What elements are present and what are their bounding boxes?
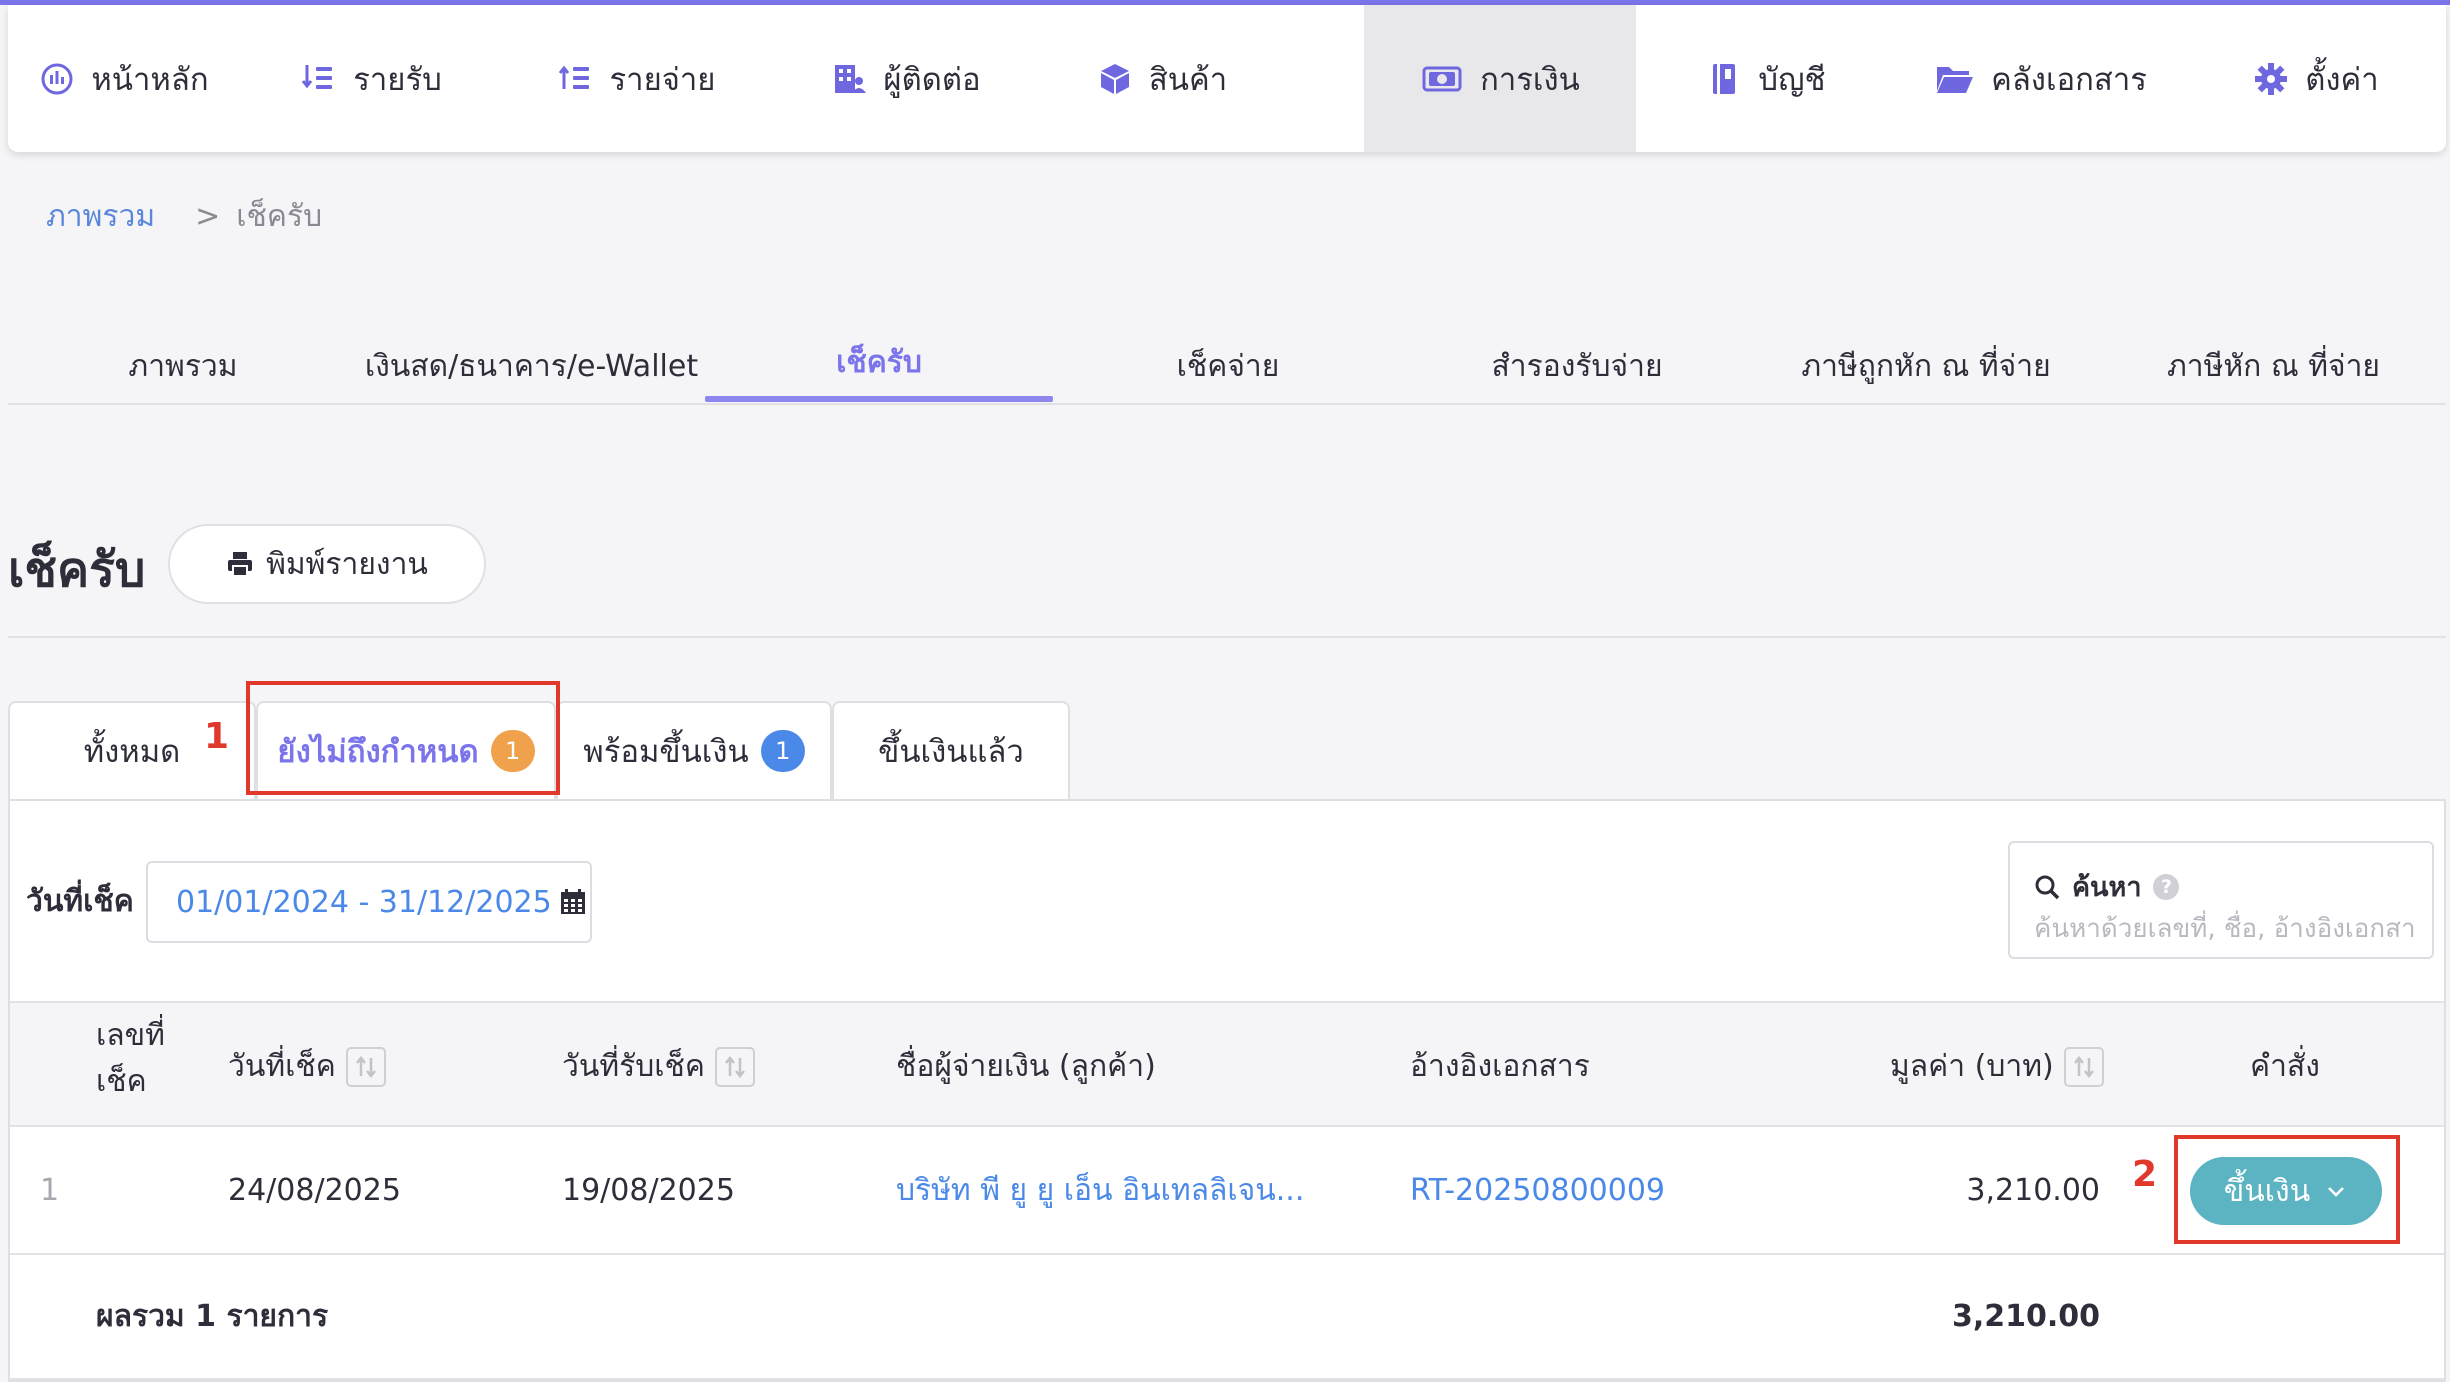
nav-item-label: ตั้งค่า — [2305, 61, 2379, 98]
gear-icon — [2255, 62, 2288, 95]
status-tab-ready-to-deposit[interactable]: พร้อมขึ้นเงิน 1 — [556, 701, 832, 799]
nav-item-contacts[interactable]: ผู้ติดต่อ — [770, 5, 1042, 152]
nav-item-label: คลังเอกสาร — [1991, 61, 2147, 98]
nav-item-finance[interactable]: การเงิน — [1364, 5, 1636, 152]
column-label: เช็ค — [96, 1064, 147, 1099]
nav-item-settings[interactable]: ตั้งค่า — [2186, 5, 2446, 152]
sort-icon[interactable] — [714, 1046, 755, 1087]
cell-payer-link[interactable]: บริษัท พี ยู ยู เอ็น อินเทลลิเจน... — [896, 1127, 1304, 1253]
contacts-building-icon — [835, 64, 867, 93]
date-range-picker[interactable]: 01/01/2024 - 31/12/2025 — [146, 861, 592, 943]
header-divider — [8, 636, 2446, 638]
breadcrumb-current: เช็ครับ — [236, 199, 323, 234]
nav-item-products[interactable]: สินค้า — [1042, 5, 1282, 152]
search-box: ค้นหา ? — [2008, 841, 2434, 959]
dashboard-icon — [41, 63, 73, 94]
breadcrumb: ภาพรวม > เช็ครับ — [46, 193, 322, 240]
cell-cheque-date: 24/08/2025 — [228, 1172, 401, 1208]
status-tab-label: ขึ้นเงินแล้ว — [878, 734, 1024, 770]
search-icon — [2035, 875, 2060, 899]
tab-petty-cash[interactable]: สำรองรับจ่าย — [1403, 330, 1751, 403]
printer-icon — [228, 552, 253, 577]
nav-item-label: รายรับ — [353, 61, 442, 98]
nav-item-accounting[interactable]: บัญชี — [1636, 5, 1896, 152]
product-box-icon — [1100, 63, 1129, 94]
folder-icon — [1937, 66, 1974, 93]
nav-item-label: บัญชี — [1758, 61, 1826, 98]
nav-item-label: หน้าหลัก — [91, 61, 209, 98]
column-reference: อ้างอิงเอกสาร — [1410, 1049, 1590, 1084]
nav-item-label: สินค้า — [1148, 61, 1228, 98]
status-tab-deposited[interactable]: ขึ้นเงินแล้ว — [832, 701, 1070, 799]
cell-amount: 3,210.00 — [1966, 1172, 2100, 1208]
money-icon — [1422, 66, 1462, 91]
nav-item-label: การเงิน — [1480, 61, 1580, 98]
cell-cheque-no: 1 — [40, 1172, 60, 1208]
column-amount[interactable]: มูลค่า (บาท) — [1890, 1043, 2104, 1090]
column-payer: ชื่อผู้จ่ายเงิน (ลูกค้า) — [896, 1049, 1156, 1084]
nav-item-label: ผู้ติดต่อ — [883, 61, 981, 98]
tab-overview[interactable]: ภาพรวม — [8, 330, 358, 403]
total-amount: 3,210.00 — [1951, 1299, 2100, 1334]
expense-list-icon — [558, 65, 589, 89]
annotation-highlight-deposit-button — [2174, 1135, 2400, 1244]
table-header: เลขที่ เช็ค วันที่เช็ค วันที่รับเช็ค ชื่… — [10, 1001, 2444, 1127]
total-count-label: ผลรวม 1 รายการ — [96, 1299, 329, 1334]
search-title-label: ค้นหา — [2072, 872, 2142, 903]
help-icon[interactable]: ? — [2153, 873, 2180, 900]
search-input[interactable] — [2034, 909, 2414, 949]
page-title: เช็ครับ — [8, 542, 146, 598]
ledger-book-icon — [1713, 63, 1736, 94]
column-cheque-date[interactable]: วันที่เช็ค — [228, 1043, 386, 1090]
column-cheque-no: เลขที่ เช็ค — [96, 1013, 165, 1105]
tab-withholding-tax-received[interactable]: ภาษีถูกหัก ณ ที่จ่าย — [1751, 330, 2101, 403]
tab-withholding-tax-paid[interactable]: ภาษีหัก ณ ที่จ่าย — [2101, 330, 2446, 403]
cheque-date-label: วันที่เช็ค — [26, 884, 134, 919]
search-title: ค้นหา ? — [2034, 865, 2180, 908]
active-tab-underline — [705, 396, 1053, 402]
sort-icon[interactable] — [2063, 1046, 2104, 1087]
cheque-list-panel: วันที่เช็ค 01/01/2024 - 31/12/2025 ค้นหา… — [8, 799, 2446, 1382]
column-label: วันที่รับเช็ค — [562, 1049, 705, 1084]
breadcrumb-home-link[interactable]: ภาพรวม — [46, 193, 155, 240]
annotation-step-1: 1 — [204, 716, 230, 757]
main-navigation: หน้าหลัก รายรับ รายจ่าย ผู้ติดต่อ สินค้า… — [8, 5, 2446, 152]
sort-icon[interactable] — [345, 1046, 386, 1087]
nav-item-documents[interactable]: คลังเอกสาร — [1896, 5, 2186, 152]
nav-item-home[interactable]: หน้าหลัก — [8, 5, 240, 152]
column-label: วันที่เช็ค — [228, 1049, 336, 1084]
finance-section-tabs: ภาพรวม เงินสด/ธนาคาร/e-Wallet เช็ครับ เช… — [8, 330, 2446, 405]
column-received-date[interactable]: วันที่รับเช็ค — [562, 1043, 755, 1090]
status-tab-label: ทั้งหมด — [83, 734, 181, 770]
tab-cash-bank-ewallet[interactable]: เงินสด/ธนาคาร/e-Wallet — [358, 330, 705, 403]
annotation-highlight-not-due-tab — [246, 681, 560, 795]
nav-item-expense[interactable]: รายจ่าย — [503, 5, 770, 152]
annotation-step-2: 2 — [2132, 1154, 2158, 1195]
column-label: มูลค่า (บาท) — [1890, 1049, 2054, 1084]
breadcrumb-separator: > — [195, 199, 221, 234]
income-list-icon — [302, 64, 333, 89]
column-label: เลขที่ — [96, 1018, 165, 1053]
status-tab-label: พร้อมขึ้นเงิน — [583, 734, 749, 770]
cell-reference-link[interactable]: RT-20250800009 — [1410, 1127, 1665, 1253]
table-row[interactable]: 1 24/08/2025 19/08/2025 บริษัท พี ยู ยู … — [10, 1127, 2444, 1255]
cell-received-date: 19/08/2025 — [562, 1172, 735, 1208]
nav-item-label: รายจ่าย — [609, 61, 716, 98]
tab-cheque-received[interactable]: เช็ครับ — [705, 326, 1053, 399]
print-report-button[interactable]: พิมพ์รายงาน — [168, 524, 486, 604]
count-badge: 1 — [760, 730, 805, 772]
print-report-label: พิมพ์รายงาน — [266, 546, 428, 582]
column-action: คำสั่ง — [2250, 1049, 2320, 1084]
table-footer: ผลรวม 1 รายการ 3,210.00 — [10, 1255, 2444, 1380]
tab-cheque-paid[interactable]: เช็คจ่าย — [1053, 330, 1403, 403]
date-range-value: 01/01/2024 - 31/12/2025 — [176, 884, 552, 920]
calendar-icon — [560, 889, 585, 914]
nav-item-income[interactable]: รายรับ — [240, 5, 503, 152]
